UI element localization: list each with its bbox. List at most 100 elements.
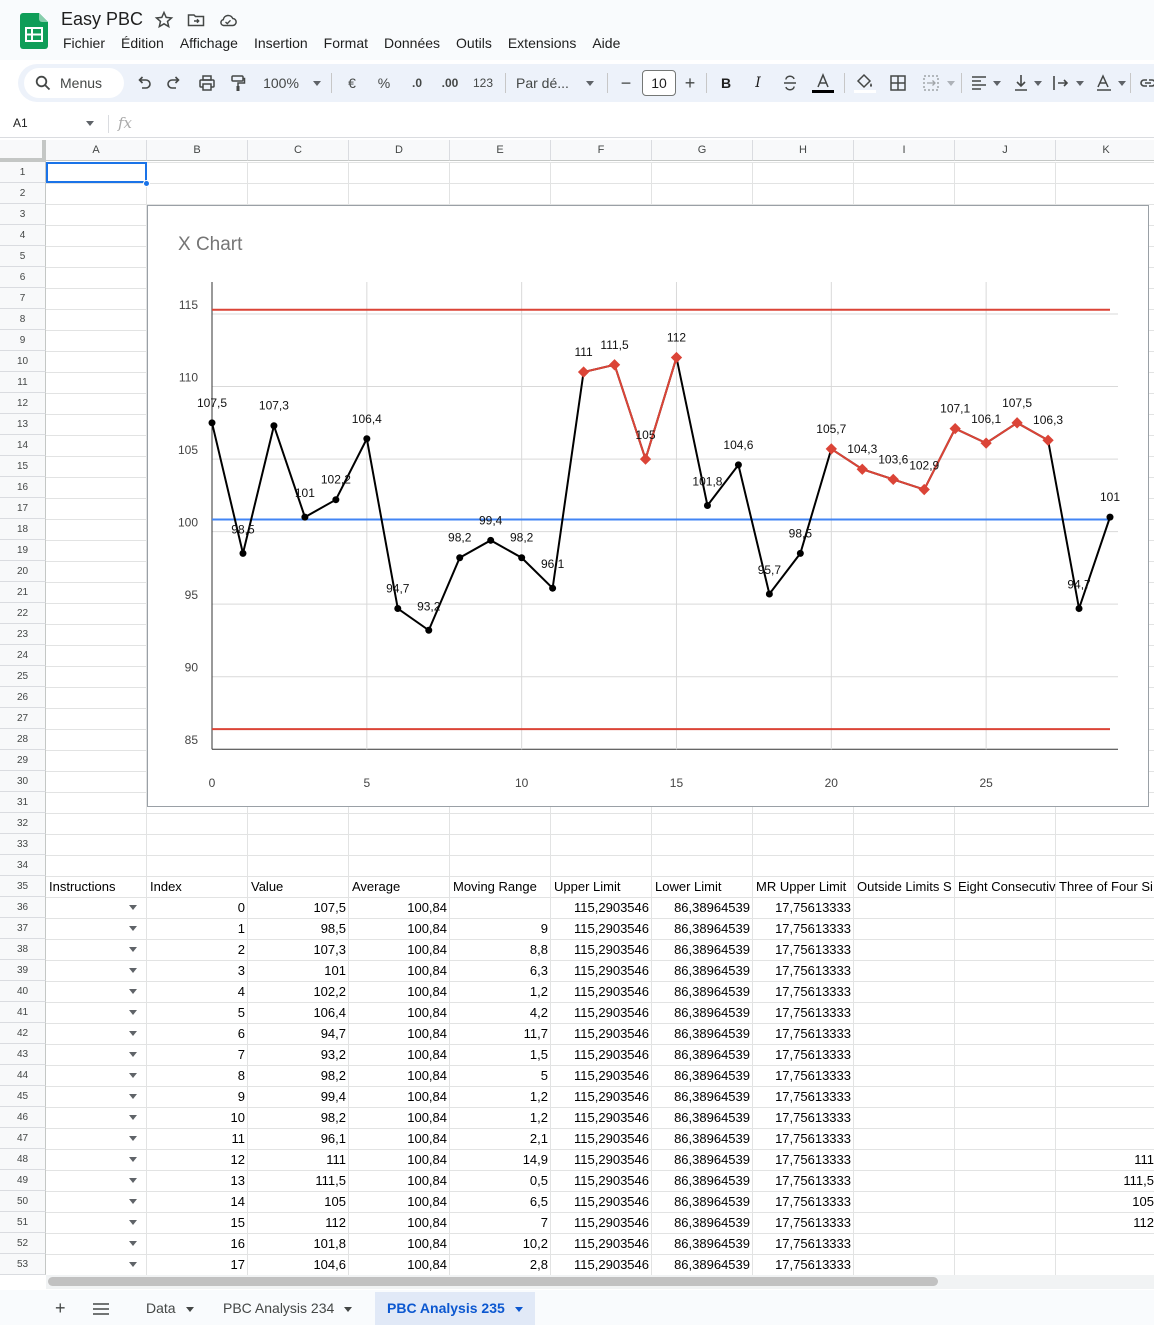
- row-header-1[interactable]: 1: [0, 162, 46, 183]
- column-header-f[interactable]: F: [551, 140, 652, 161]
- row-header-27[interactable]: 27: [0, 708, 46, 729]
- row-header-23[interactable]: 23: [0, 624, 46, 645]
- table-cell[interactable]: [955, 1191, 1056, 1212]
- text-wrap-button[interactable]: [1051, 72, 1071, 94]
- table-cell[interactable]: [46, 960, 147, 981]
- row-header-15[interactable]: 15: [0, 456, 46, 477]
- row-header-22[interactable]: 22: [0, 603, 46, 624]
- all-sheets-button[interactable]: [92, 1300, 110, 1321]
- table-cell[interactable]: 11: [147, 1128, 248, 1149]
- table-cell[interactable]: [854, 1191, 955, 1212]
- row-header-3[interactable]: 3: [0, 204, 46, 225]
- table-cell[interactable]: [854, 1023, 955, 1044]
- table-header-cell[interactable]: Instructions: [46, 876, 147, 897]
- table-cell[interactable]: 1: [147, 918, 248, 939]
- table-cell[interactable]: [854, 1107, 955, 1128]
- table-cell[interactable]: 0: [147, 897, 248, 918]
- table-cell[interactable]: [854, 1170, 955, 1191]
- table-cell[interactable]: [955, 981, 1056, 1002]
- table-cell[interactable]: [854, 1212, 955, 1233]
- chevron-down-icon[interactable]: [86, 121, 94, 126]
- table-cell[interactable]: 101,8: [248, 1233, 349, 1254]
- table-cell[interactable]: [955, 1107, 1056, 1128]
- row-header-49[interactable]: 49: [0, 1170, 46, 1191]
- table-cell[interactable]: [46, 897, 147, 918]
- table-cell[interactable]: [46, 1002, 147, 1023]
- table-cell[interactable]: 2: [147, 939, 248, 960]
- table-cell[interactable]: 86,38964539: [652, 960, 753, 981]
- fill-handle[interactable]: [143, 180, 150, 187]
- table-cell[interactable]: 17,75613333: [753, 981, 854, 1002]
- row-header-43[interactable]: 43: [0, 1044, 46, 1065]
- column-header-e[interactable]: E: [450, 140, 551, 161]
- row-header-35[interactable]: 35: [0, 876, 46, 897]
- row-header-46[interactable]: 46: [0, 1107, 46, 1128]
- table-cell[interactable]: 115,2903546: [551, 1002, 652, 1023]
- table-cell[interactable]: 115,2903546: [551, 1107, 652, 1128]
- row-header-2[interactable]: 2: [0, 183, 46, 204]
- table-header-cell[interactable]: Eight Consecutiv: [955, 876, 1056, 897]
- table-cell[interactable]: 6,3: [450, 960, 551, 981]
- chevron-down-icon[interactable]: [344, 1306, 353, 1312]
- table-cell[interactable]: [955, 1128, 1056, 1149]
- table-cell[interactable]: 115,2903546: [551, 1149, 652, 1170]
- column-header-j[interactable]: J: [955, 140, 1056, 161]
- table-cell[interactable]: 17,75613333: [753, 1128, 854, 1149]
- table-cell[interactable]: 115,2903546: [551, 1023, 652, 1044]
- table-cell[interactable]: 86,38964539: [652, 1254, 753, 1275]
- sheet-grid[interactable]: ABCDEFGHIJK 1 2 3 4 5 6 7 8 9 10 11 12 13 14 15 16 17 18 1…: [0, 140, 1154, 1275]
- table-cell[interactable]: 86,38964539: [652, 1023, 753, 1044]
- table-cell[interactable]: [854, 981, 955, 1002]
- chevron-down-icon[interactable]: [185, 1306, 194, 1312]
- row-header-29[interactable]: 29: [0, 750, 46, 771]
- row-header-38[interactable]: 38: [0, 939, 46, 960]
- horizontal-scrollbar-thumb[interactable]: [48, 1277, 938, 1286]
- table-cell[interactable]: [955, 1254, 1056, 1275]
- table-cell[interactable]: 11,7: [450, 1023, 551, 1044]
- row-header-44[interactable]: 44: [0, 1065, 46, 1086]
- table-cell[interactable]: 115,2903546: [551, 1044, 652, 1065]
- table-cell[interactable]: 86,38964539: [652, 1233, 753, 1254]
- table-cell[interactable]: 14: [147, 1191, 248, 1212]
- table-cell[interactable]: 6: [147, 1023, 248, 1044]
- table-cell[interactable]: [1056, 1107, 1154, 1128]
- insert-link-button[interactable]: [1139, 72, 1154, 94]
- increase-font-size-button[interactable]: +: [682, 72, 698, 94]
- row-header-24[interactable]: 24: [0, 645, 46, 666]
- table-cell[interactable]: 93,2: [248, 1044, 349, 1065]
- table-cell[interactable]: 100,84: [349, 1212, 450, 1233]
- table-cell[interactable]: 7: [147, 1044, 248, 1065]
- table-cell[interactable]: [1056, 1065, 1154, 1086]
- row-header-33[interactable]: 33: [0, 834, 46, 855]
- active-cell-selection[interactable]: [46, 162, 147, 183]
- table-cell[interactable]: [955, 897, 1056, 918]
- table-cell[interactable]: 1,2: [450, 1107, 551, 1128]
- table-cell[interactable]: [955, 1212, 1056, 1233]
- row-header-19[interactable]: 19: [0, 540, 46, 561]
- table-cell[interactable]: [854, 960, 955, 981]
- table-cell[interactable]: 4,2: [450, 1002, 551, 1023]
- table-cell[interactable]: 86,38964539: [652, 1170, 753, 1191]
- table-header-cell[interactable]: Moving Range: [450, 876, 551, 897]
- table-cell[interactable]: 5: [450, 1065, 551, 1086]
- table-cell[interactable]: 115,2903546: [551, 1191, 652, 1212]
- table-cell[interactable]: 100,84: [349, 1023, 450, 1044]
- table-cell[interactable]: 0,5: [450, 1170, 551, 1191]
- table-cell[interactable]: 86,38964539: [652, 897, 753, 918]
- table-cell[interactable]: 8: [147, 1065, 248, 1086]
- print-button[interactable]: [196, 72, 218, 94]
- table-header-cell[interactable]: Upper Limit: [551, 876, 652, 897]
- column-header-i[interactable]: I: [854, 140, 955, 161]
- row-header-17[interactable]: 17: [0, 498, 46, 519]
- row-header-50[interactable]: 50: [0, 1191, 46, 1212]
- menu-format[interactable]: Format: [316, 34, 376, 54]
- table-cell[interactable]: 17,75613333: [753, 1023, 854, 1044]
- table-cell[interactable]: 17,75613333: [753, 1086, 854, 1107]
- table-cell[interactable]: 86,38964539: [652, 1149, 753, 1170]
- table-cell[interactable]: 115,2903546: [551, 1254, 652, 1275]
- table-cell[interactable]: [955, 1170, 1056, 1191]
- table-cell[interactable]: [955, 1065, 1056, 1086]
- row-header-40[interactable]: 40: [0, 981, 46, 1002]
- vertical-align-button[interactable]: [1012, 72, 1030, 94]
- row-header-7[interactable]: 7: [0, 288, 46, 309]
